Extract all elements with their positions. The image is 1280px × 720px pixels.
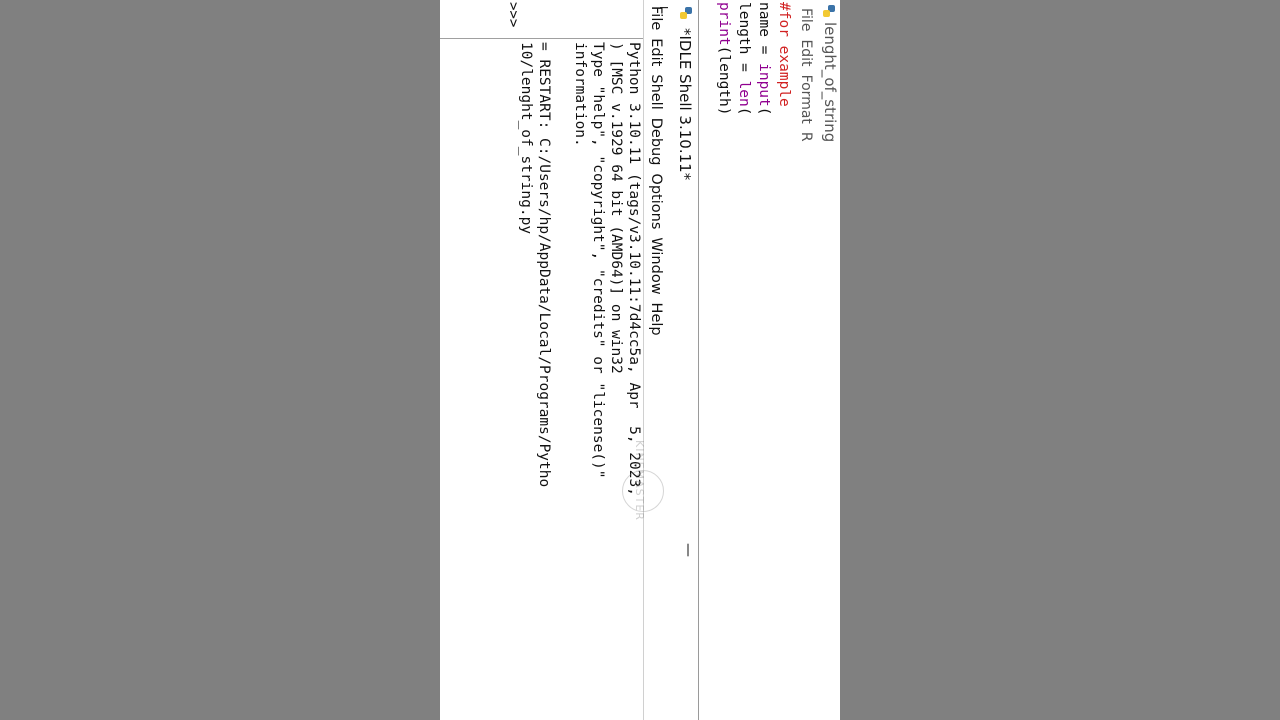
shell-output-line: Type "help", "copyright", "credits" or "… — [590, 42, 606, 479]
editor-title: lenght_of_string — [821, 22, 839, 143]
code-token: #for example — [776, 2, 792, 107]
code-line: #for example — [774, 2, 794, 720]
shell-menu-help[interactable]: Help — [644, 303, 668, 336]
shell-menu-file[interactable]: File — [644, 6, 668, 30]
minimize-button[interactable]: — — [676, 540, 696, 560]
watermark-text: KINEMASTER — [633, 440, 646, 521]
editor-menubar: File Edit Format R — [794, 0, 818, 720]
shell-menubar: File Edit Shell Debug Options Window Help — [643, 0, 668, 720]
code-token: print — [716, 2, 732, 46]
code-token: len — [736, 80, 752, 107]
shell-prompt: >>> — [505, 2, 521, 28]
python-icon — [823, 5, 835, 17]
code-line: name = input( — [754, 2, 774, 720]
python-icon — [680, 7, 692, 19]
code-line: print(length) — [714, 2, 734, 720]
editor-menu-edit[interactable]: Edit — [794, 39, 818, 66]
shell-titlebar: *IDLE Shell 3.10.11* — — [672, 0, 698, 720]
kinemaster-watermark: KINEMASTER — [604, 440, 664, 530]
shell-menu-shell[interactable]: Shell — [644, 74, 668, 109]
code-editor-area[interactable]: #for example name = input(length = len(pr… — [714, 0, 794, 720]
editor-menu-r[interactable]: R — [794, 132, 818, 142]
shell-output-line: = RESTART: C:/Users/hp/AppData/Local/Pro… — [536, 42, 552, 488]
shell-output-line — [553, 42, 571, 720]
editor-titlebar: lenght_of_string — [818, 0, 840, 720]
rotated-desktop: lenght_of_string File Edit Format R #for ex… — [440, 0, 840, 720]
shell-output-line: information. — [572, 42, 588, 147]
code-token: name = — [756, 2, 772, 64]
shell-title: *IDLE Shell 3.10.11* — [676, 28, 694, 181]
code-token: (length) — [716, 45, 732, 116]
shell-prompt-gutter: >>> — [440, 0, 643, 39]
shell-menu-options[interactable]: Options — [644, 173, 668, 229]
shell-output[interactable]: Python 3.10.11 (tags/v3.10.11:7d4cc5a, A… — [517, 42, 643, 720]
code-line: length = len( — [734, 2, 754, 720]
editor-window: lenght_of_string File Edit Format R #for ex… — [698, 0, 840, 720]
shell-menu-debug[interactable]: Debug — [644, 118, 668, 166]
shell-output-line: 10/lenght_of_string.py — [518, 42, 534, 235]
code-token: ( — [756, 106, 772, 116]
shell-menu-window[interactable]: Window — [644, 237, 668, 294]
shell-output-line: Python 3.10.11 (tags/v3.10.11:7d4cc5a, A… — [626, 42, 642, 496]
shell-window: *IDLE Shell 3.10.11* — I FileEditShellDe… — [440, 0, 698, 720]
shell-menu-edit[interactable]: Edit — [644, 38, 668, 66]
editor-menu-file[interactable]: File — [794, 8, 818, 31]
screen-frame: lenght_of_string File Edit Format R #for ex… — [440, 0, 840, 720]
code-token: length = — [736, 2, 752, 81]
code-token: input — [756, 63, 772, 107]
shell-output-line: ) [MSC v.1929 64 bit (AMD64)] on win32 — [608, 42, 624, 374]
code-token: ( — [736, 106, 752, 116]
editor-menu-format[interactable]: Format — [794, 75, 818, 124]
